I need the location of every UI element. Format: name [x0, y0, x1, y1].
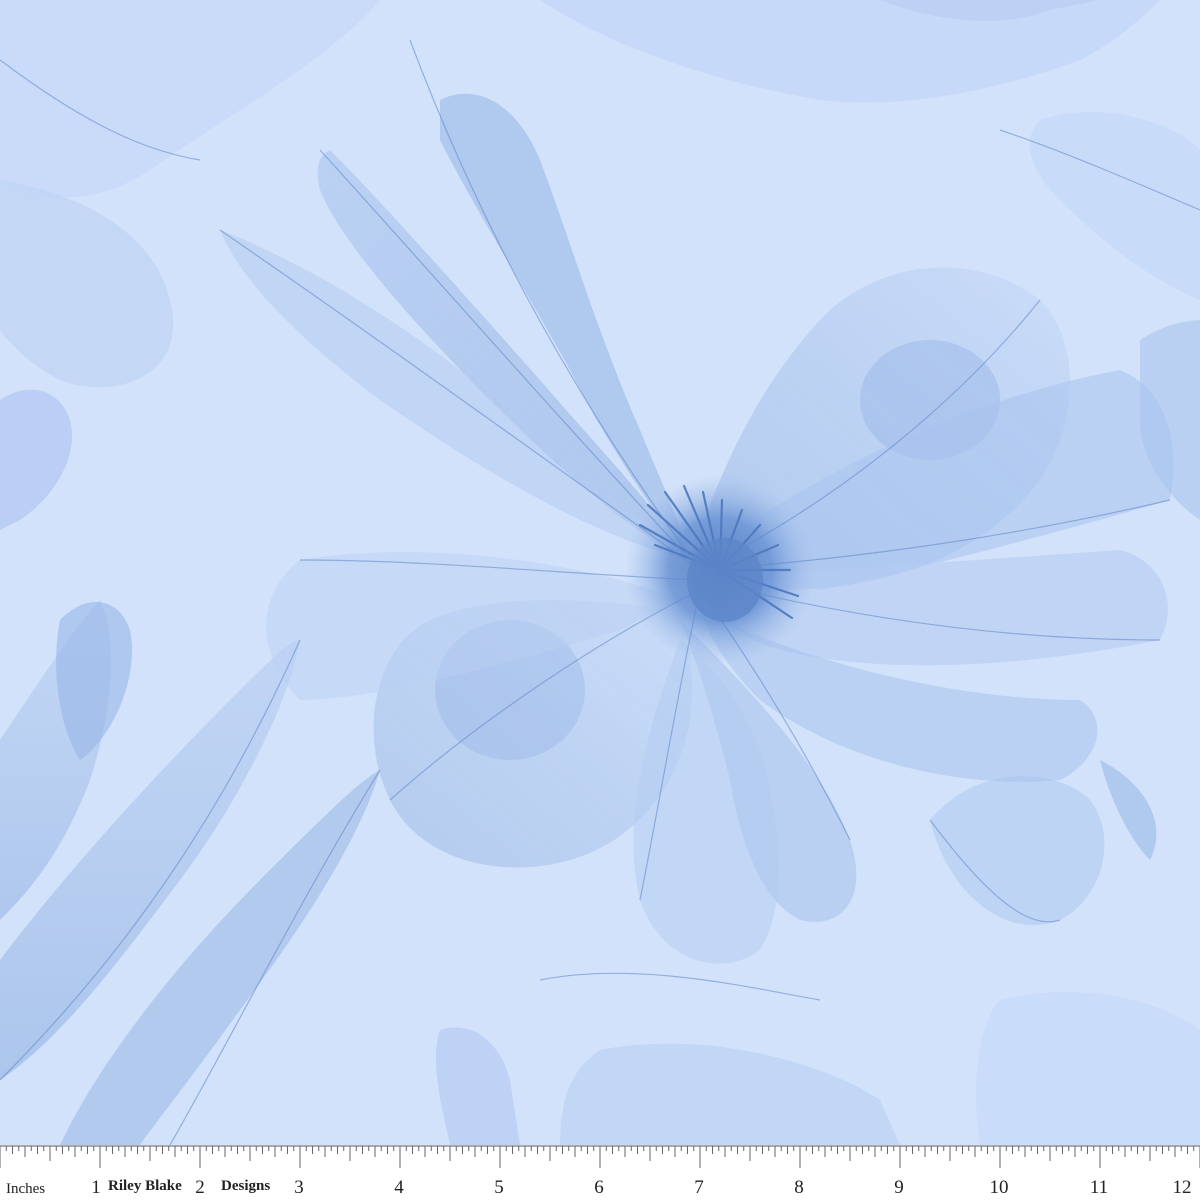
- ruler-number: 12: [1172, 1177, 1192, 1198]
- ruler-unit-label: Inches: [6, 1181, 46, 1197]
- ruler-number: 4: [394, 1177, 404, 1198]
- flower-illustration: [0, 0, 1200, 1145]
- fabric-print-image: [0, 0, 1200, 1145]
- ruler-number: 11: [1089, 1177, 1109, 1198]
- ruler-number: 10: [989, 1177, 1009, 1198]
- left-petals: [0, 389, 380, 1145]
- ruler-number: 3: [294, 1177, 304, 1198]
- ruler-number: 2: [195, 1177, 205, 1198]
- ruler-number: 6: [594, 1177, 604, 1198]
- brand-name: Riley Blake: [108, 1178, 182, 1194]
- ruler-number: 8: [794, 1177, 804, 1198]
- ruler-number: 1: [91, 1177, 101, 1198]
- brand-designs: Designs: [221, 1178, 271, 1194]
- ruler-number: 9: [894, 1177, 904, 1198]
- ruler-number: 5: [494, 1177, 504, 1198]
- inch-ruler: Inches Riley Blake Designs 1 2 3 4 5 6 7…: [0, 1145, 1200, 1200]
- ruler-number: 7: [694, 1177, 704, 1198]
